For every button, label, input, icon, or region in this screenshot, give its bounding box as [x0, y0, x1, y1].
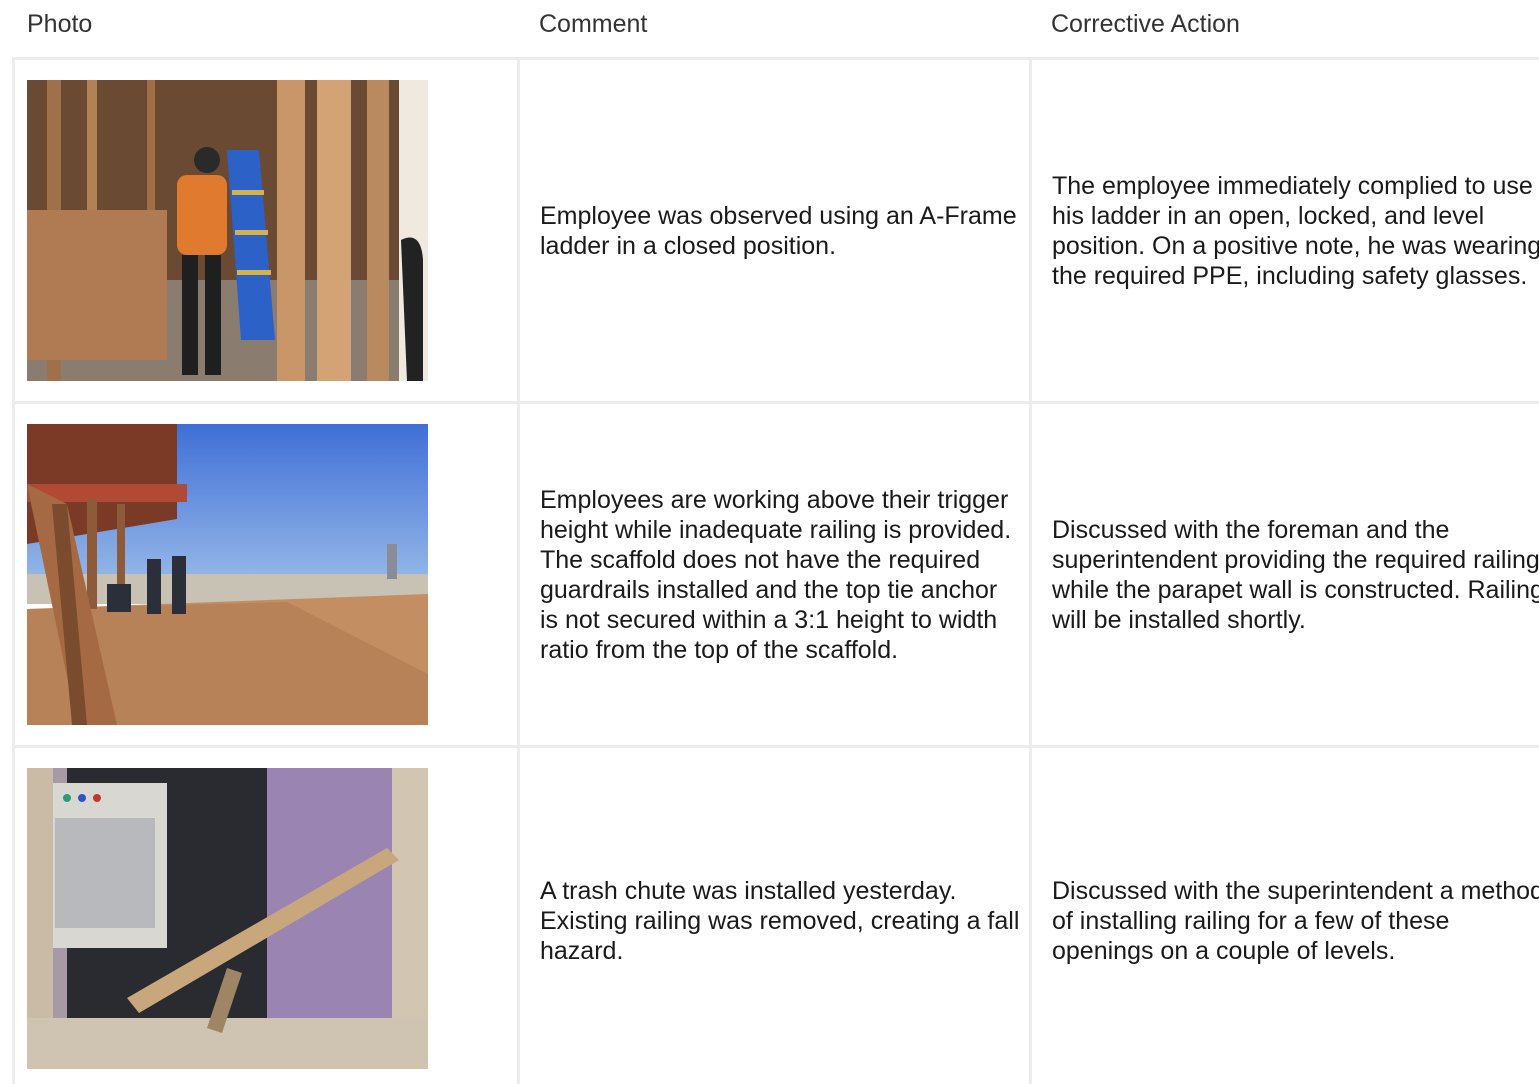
- trash-chute-photo: [27, 768, 428, 1069]
- row-2-corrective-action: Discussed with the foreman and the super…: [1052, 515, 1539, 634]
- header-corrective-action: Corrective Action: [1051, 10, 1240, 38]
- rooftop-photo: [27, 424, 428, 725]
- row-3-corrective-action: Discussed with the superintendent a meth…: [1052, 876, 1539, 965]
- ladder-photo: [27, 80, 428, 381]
- table-row-1-action-cell: The employee immediately complied to use…: [1032, 60, 1539, 401]
- table-row-2-action-cell: Discussed with the foreman and the super…: [1032, 404, 1539, 745]
- table-row-2-comment-cell: Employees are working above their trigge…: [520, 404, 1029, 745]
- table-row-3-photo-cell: [15, 748, 517, 1084]
- table-row-1-comment-cell: Employee was observed using an A-Frame l…: [520, 60, 1029, 401]
- table-row-1-photo-cell: [15, 60, 517, 401]
- row-1-corrective-action: The employee immediately complied to use…: [1052, 171, 1539, 290]
- header-photo: Photo: [27, 10, 93, 38]
- table-row-3-comment-cell: A trash chute was installed yesterday. E…: [520, 748, 1029, 1084]
- row-2-comment: Employees are working above their trigge…: [540, 485, 1012, 664]
- row-3-comment: A trash chute was installed yesterday. E…: [540, 876, 1020, 965]
- observations-table: Employee was observed using an A-Frame l…: [12, 57, 1539, 1084]
- table-row-3-action-cell: Discussed with the superintendent a meth…: [1032, 748, 1539, 1084]
- table-row-2-photo-cell: [15, 404, 517, 745]
- row-1-comment: Employee was observed using an A-Frame l…: [540, 201, 1017, 260]
- header-comment: Comment: [539, 10, 648, 38]
